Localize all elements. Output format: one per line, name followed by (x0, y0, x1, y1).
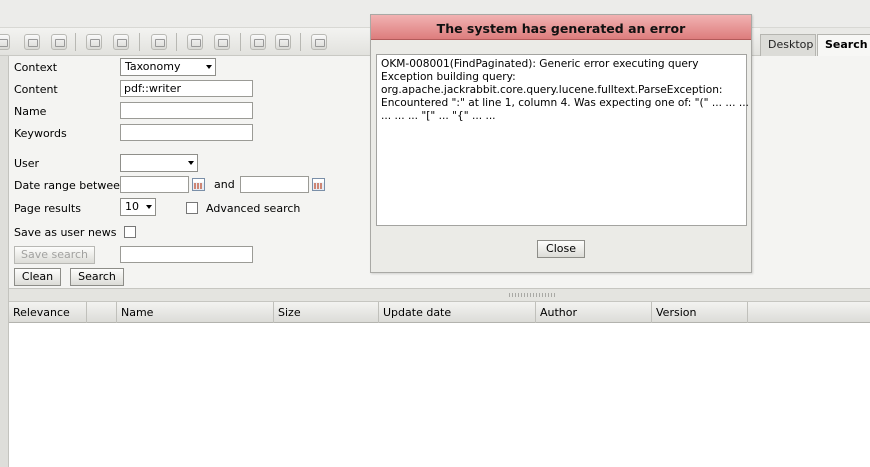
chevron-down-icon (188, 161, 194, 165)
error-message: OKM-008001(FindPaginated): Generic error… (376, 54, 749, 226)
tab-search[interactable]: Search (817, 34, 870, 56)
column-version[interactable]: Version (652, 302, 748, 323)
calendar-icon[interactable] (192, 178, 205, 191)
search-button[interactable]: Search (70, 268, 124, 286)
error-line: org.apache.jackrabbit.core.query.lucene.… (381, 84, 723, 96)
results-table: Relevance Name Size Update date Author V… (9, 302, 870, 467)
error-dialog: The system has generated an error OKM-00… (370, 14, 752, 273)
save-icon[interactable] (187, 34, 203, 50)
page-results-value: 10 (125, 200, 139, 213)
error-line: ... ... ... "[" ... "{" ... ... (381, 110, 496, 122)
chevron-down-icon (146, 205, 152, 209)
add-document-icon[interactable] (86, 34, 102, 50)
and-label: and (214, 178, 235, 191)
column-update-date[interactable]: Update date (379, 302, 536, 323)
left-resize-bar[interactable] (0, 56, 9, 467)
toolbar-separator (240, 33, 241, 51)
page-results-label: Page results (14, 202, 81, 215)
save-as-user-news-label: Save as user news (14, 226, 117, 239)
column-author[interactable]: Author (536, 302, 652, 323)
context-select[interactable]: Taxonomy (120, 58, 216, 76)
error-line: Encountered ":" at line 1, column 4. Was… (381, 97, 749, 109)
toolbar-separator (139, 33, 140, 51)
column-type[interactable] (87, 302, 117, 323)
toolbar-separator (176, 33, 177, 51)
save-search-button[interactable]: Save search (14, 246, 95, 264)
save-as-user-news-checkbox[interactable] (124, 226, 136, 238)
print-icon[interactable] (311, 34, 327, 50)
splitter-grip[interactable] (509, 293, 557, 297)
content-input[interactable]: pdf::writer (120, 80, 253, 97)
refresh-icon[interactable] (250, 34, 266, 50)
date-from-input[interactable] (120, 176, 189, 193)
toolbar-separator (75, 33, 76, 51)
clean-button[interactable]: Clean (14, 268, 61, 286)
home-icon[interactable] (275, 34, 291, 50)
chevron-down-icon (206, 65, 212, 69)
column-name[interactable]: Name (117, 302, 274, 323)
keywords-input[interactable] (120, 124, 253, 141)
save-search-name-input[interactable] (120, 246, 253, 263)
context-label: Context (14, 61, 58, 74)
error-dialog-title[interactable]: The system has generated an error (371, 15, 751, 40)
lock-icon[interactable] (51, 34, 67, 50)
keywords-label: Keywords (14, 127, 67, 140)
context-value: Taxonomy (125, 60, 181, 73)
date-range-label: Date range between (14, 179, 127, 192)
calendar-icon[interactable] (312, 178, 325, 191)
toolbar-separator (300, 33, 301, 51)
user-select[interactable] (120, 154, 198, 172)
error-line: Exception building query: (381, 71, 516, 83)
tab-desktop[interactable]: Desktop (760, 34, 816, 56)
close-button[interactable]: Close (537, 240, 585, 258)
advanced-search-checkbox[interactable] (186, 202, 198, 214)
advanced-search-label: Advanced search (206, 202, 301, 215)
results-table-header: Relevance Name Size Update date Author V… (9, 302, 870, 323)
date-to-input[interactable] (240, 176, 309, 193)
error-line: OKM-008001(FindPaginated): Generic error… (381, 58, 699, 70)
name-input[interactable] (120, 102, 253, 119)
new-folder-icon[interactable] (24, 34, 40, 50)
page-results-select[interactable]: 10 (120, 198, 156, 216)
column-size[interactable]: Size (274, 302, 379, 323)
user-label: User (14, 157, 40, 170)
content-label: Content (14, 83, 58, 96)
column-relevance[interactable]: Relevance (9, 302, 87, 323)
remove-document-icon[interactable] (113, 34, 129, 50)
gear-icon[interactable] (151, 34, 167, 50)
save-as-icon[interactable] (214, 34, 230, 50)
panel-splitter[interactable] (9, 288, 870, 302)
new-document-icon[interactable] (0, 34, 10, 50)
name-label: Name (14, 105, 47, 118)
